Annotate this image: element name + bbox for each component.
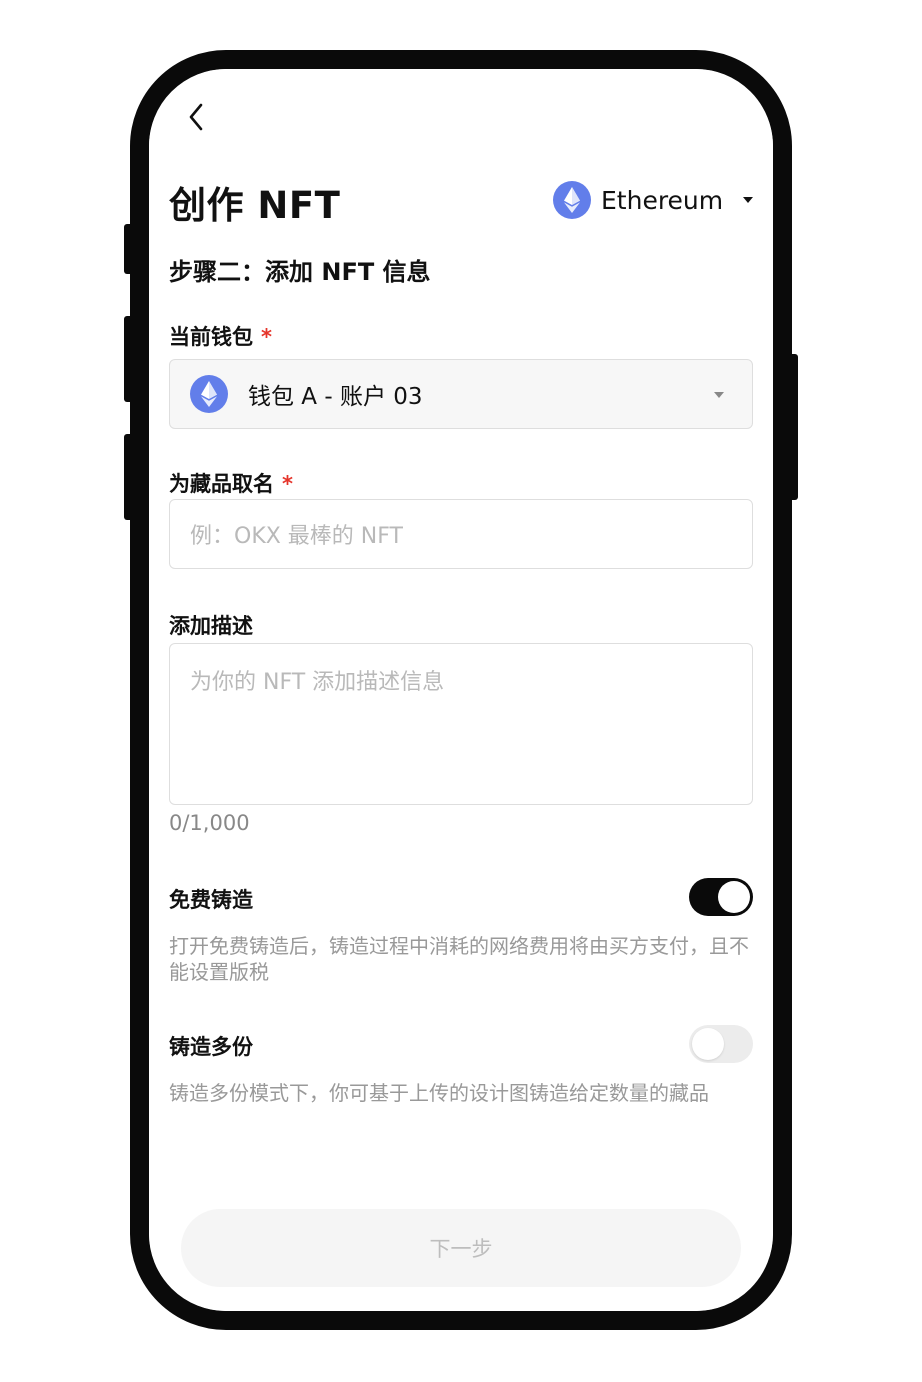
- toggle-knob: [718, 881, 750, 913]
- network-label: Ethereum: [601, 185, 724, 215]
- wallet-field-label: 当前钱包 *: [169, 321, 272, 351]
- ethereum-icon: [190, 375, 228, 413]
- description-field-label: 添加描述: [169, 614, 253, 638]
- name-label-text: 为藏品取名: [169, 472, 274, 496]
- multi-mint-description: 铸造多份模式下，你可基于上传的设计图铸造给定数量的藏品: [169, 1081, 709, 1105]
- free-mint-toggle[interactable]: [689, 878, 753, 916]
- required-mark: *: [282, 472, 293, 496]
- caret-down-icon: [714, 392, 724, 398]
- description-placeholder: 为你的 NFT 添加描述信息: [190, 670, 445, 695]
- collectible-name-input[interactable]: 例：OKX 最棒的 NFT: [169, 499, 753, 569]
- create-nft-screen: 创作 NFT Ethereum 步骤二：添加 NFT 信息 当前钱包 * 钱包 …: [149, 69, 773, 1311]
- caret-down-icon: [743, 197, 754, 203]
- chevron-left-icon: [189, 103, 203, 131]
- name-placeholder: 例：OKX 最棒的 NFT: [190, 524, 403, 549]
- wallet-label-text: 当前钱包: [169, 325, 253, 349]
- wallet-value: 钱包 A - 账户 03: [248, 384, 423, 410]
- free-mint-description: 打开免费铸造后，铸造过程中消耗的网络费用将由买方支付，且不能设置版税: [169, 934, 749, 984]
- multi-mint-label: 铸造多份: [169, 1035, 253, 1059]
- character-counter: 0/1,000: [169, 811, 250, 835]
- back-button[interactable]: [183, 97, 213, 137]
- free-mint-label: 免费铸造: [169, 888, 253, 912]
- name-field-label: 为藏品取名 *: [169, 468, 293, 498]
- next-step-button[interactable]: 下一步: [181, 1209, 741, 1287]
- page: 创作 NFT Ethereum 步骤二：添加 NFT 信息 当前钱包 * 钱包 …: [0, 0, 922, 1382]
- required-mark: *: [261, 325, 272, 349]
- toggle-knob: [692, 1028, 724, 1060]
- wallet-select[interactable]: 钱包 A - 账户 03: [169, 359, 753, 429]
- description-textarea[interactable]: 为你的 NFT 添加描述信息: [169, 643, 753, 805]
- network-selector[interactable]: Ethereum: [553, 180, 754, 220]
- multi-mint-toggle[interactable]: [689, 1025, 753, 1063]
- step-title: 步骤二：添加 NFT 信息: [169, 258, 431, 286]
- ethereum-icon: [553, 181, 591, 219]
- page-title: 创作 NFT: [169, 184, 341, 227]
